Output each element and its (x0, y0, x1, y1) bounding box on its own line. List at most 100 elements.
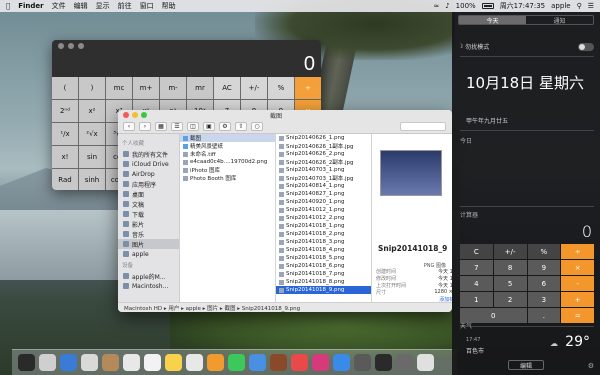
dock-app-icon[interactable] (81, 354, 98, 371)
list-item[interactable]: Snip20141018_4.png (276, 246, 371, 254)
list-item[interactable]: Snip20141018_7.png (276, 270, 371, 278)
list-item[interactable]: 精美风景壁纸 (180, 142, 275, 150)
edit-button[interactable]: 编辑 (508, 360, 544, 370)
dock-app-icon[interactable] (144, 354, 161, 371)
calc-key[interactable]: ( (52, 77, 78, 99)
widget-calc-key[interactable]: % (527, 244, 561, 259)
calc-key[interactable]: % (268, 77, 294, 99)
tab-notifications[interactable]: 通知 (526, 16, 593, 25)
calc-key[interactable]: +/- (241, 77, 267, 99)
view-icons-button[interactable]: ▦ (155, 122, 167, 131)
widget-calc-key[interactable]: 2 (493, 292, 527, 307)
list-item[interactable]: Snip20141018_5.png (276, 254, 371, 262)
list-item[interactable]: Snip20140827_1.png (276, 190, 371, 198)
list-item[interactable]: iPhoto 图库 (180, 166, 275, 174)
menu-go[interactable]: 前往 (118, 1, 132, 11)
calc-key[interactable]: ²√x (79, 123, 105, 145)
minimize-button[interactable] (132, 112, 138, 118)
widget-calc-key[interactable]: 7 (460, 260, 493, 275)
minimize-button[interactable] (68, 43, 74, 49)
menu-edit[interactable]: 编辑 (74, 1, 88, 11)
dock-app-icon[interactable] (228, 354, 245, 371)
dock-app-icon[interactable] (18, 354, 35, 371)
menu-help[interactable]: 帮助 (162, 1, 176, 11)
dock-app-icon[interactable] (291, 354, 308, 371)
calc-key[interactable]: x! (52, 146, 78, 168)
widget-calc-key[interactable]: 3 (527, 292, 561, 307)
zoom-button[interactable] (141, 112, 147, 118)
dock-app-icon[interactable] (396, 354, 413, 371)
dock-app-icon[interactable] (165, 354, 182, 371)
list-item[interactable]: Snip20140626_2.png (276, 150, 371, 158)
sidebar-item[interactable]: 图片 (118, 239, 179, 249)
zoom-button[interactable] (78, 43, 84, 49)
calc-key[interactable]: ÷ (295, 77, 321, 99)
list-item[interactable]: Snip20141012_1.png (276, 206, 371, 214)
sidebar-item[interactable]: 文稿 (118, 199, 179, 209)
calc-key[interactable]: 2ⁿᵈ (52, 100, 78, 122)
calc-key[interactable]: ) (79, 77, 105, 99)
dock-app-icon[interactable] (417, 354, 434, 371)
calculator-titlebar[interactable] (52, 40, 321, 52)
menubar-clock[interactable]: 周六17:47:35 (500, 1, 545, 11)
calc-key[interactable]: Rad (52, 169, 78, 190)
list-item[interactable]: Snip20141018_9.png (276, 286, 371, 294)
sidebar-item[interactable]: 桌面 (118, 189, 179, 199)
apple-menu-icon[interactable]:  (6, 2, 10, 10)
sidebar-item[interactable]: 影片 (118, 219, 179, 229)
widget-calc-key[interactable]: 4 (460, 276, 493, 291)
menu-window[interactable]: 窗口 (140, 1, 154, 11)
widget-calc-key[interactable]: 9 (527, 260, 561, 275)
dock-app-icon[interactable] (312, 354, 329, 371)
battery-icon[interactable] (481, 3, 494, 9)
calc-key[interactable]: mr (187, 77, 213, 99)
view-list-button[interactable]: ☰ (171, 122, 183, 131)
list-item[interactable]: Snip20140703_1.png (276, 166, 371, 174)
widget-calc-key[interactable]: 8 (493, 260, 527, 275)
menubar-user[interactable]: apple (551, 2, 570, 10)
list-item[interactable]: Snip20141018_6.png (276, 262, 371, 270)
action-gear-button[interactable]: ⚙ (219, 122, 231, 131)
spotlight-icon[interactable]: ⚲ (577, 2, 582, 10)
dock-app-icon[interactable] (39, 354, 56, 371)
list-item[interactable]: Snip20140626_1.png (276, 134, 371, 142)
dock-app-icon[interactable] (207, 354, 224, 371)
volume-icon[interactable]: ♪ (445, 2, 449, 10)
widget-calc-key[interactable]: 1 (460, 292, 493, 307)
menu-view[interactable]: 显示 (96, 1, 110, 11)
close-button[interactable] (58, 43, 64, 49)
dnd-toggle[interactable] (578, 42, 594, 51)
calc-key[interactable]: m+ (133, 77, 159, 99)
tags-button[interactable]: ○ (251, 122, 263, 131)
finder-titlebar[interactable]: 截图 (118, 110, 452, 120)
view-gallery-button[interactable]: ▣ (203, 122, 215, 131)
gear-icon[interactable]: ⚙ (588, 362, 594, 370)
widget-calc-key[interactable]: = (561, 308, 594, 323)
back-button[interactable]: ‹ (123, 122, 135, 131)
widget-calc-key[interactable]: . (527, 308, 561, 323)
list-item[interactable]: Snip20141018_2.png (276, 230, 371, 238)
list-item[interactable]: Snip20140703_1副本.jpg (276, 174, 371, 182)
sidebar-device[interactable]: apple的M... (118, 271, 179, 281)
widget-calc-key[interactable]: + (561, 292, 594, 307)
widget-calc-key[interactable]: 6 (527, 276, 561, 291)
calc-key[interactable]: x² (79, 100, 105, 122)
notification-center-icon[interactable]: ☰ (588, 2, 594, 10)
dock-app-icon[interactable] (60, 354, 77, 371)
widget-calc-key[interactable]: 5 (493, 276, 527, 291)
dock-app-icon[interactable] (333, 354, 350, 371)
calc-key[interactable]: ¹/x (52, 123, 78, 145)
sidebar-item[interactable]: 下载 (118, 209, 179, 219)
dock-app-icon[interactable] (186, 354, 203, 371)
tab-today[interactable]: 今天 (459, 16, 526, 24)
sidebar-item[interactable]: 音乐 (118, 229, 179, 239)
dock-app-icon[interactable] (249, 354, 266, 371)
widget-calc-key[interactable]: +/- (493, 244, 527, 259)
widget-calc-key[interactable]: - (561, 276, 594, 291)
dock-app-icon[interactable] (375, 354, 392, 371)
close-button[interactable] (123, 112, 129, 118)
dock-app-icon[interactable] (123, 354, 140, 371)
list-item[interactable]: 截图 (180, 134, 275, 142)
widget-calc-key[interactable]: ÷ (561, 244, 594, 259)
list-item[interactable]: Snip20140626_2副本.jpg (276, 158, 371, 166)
